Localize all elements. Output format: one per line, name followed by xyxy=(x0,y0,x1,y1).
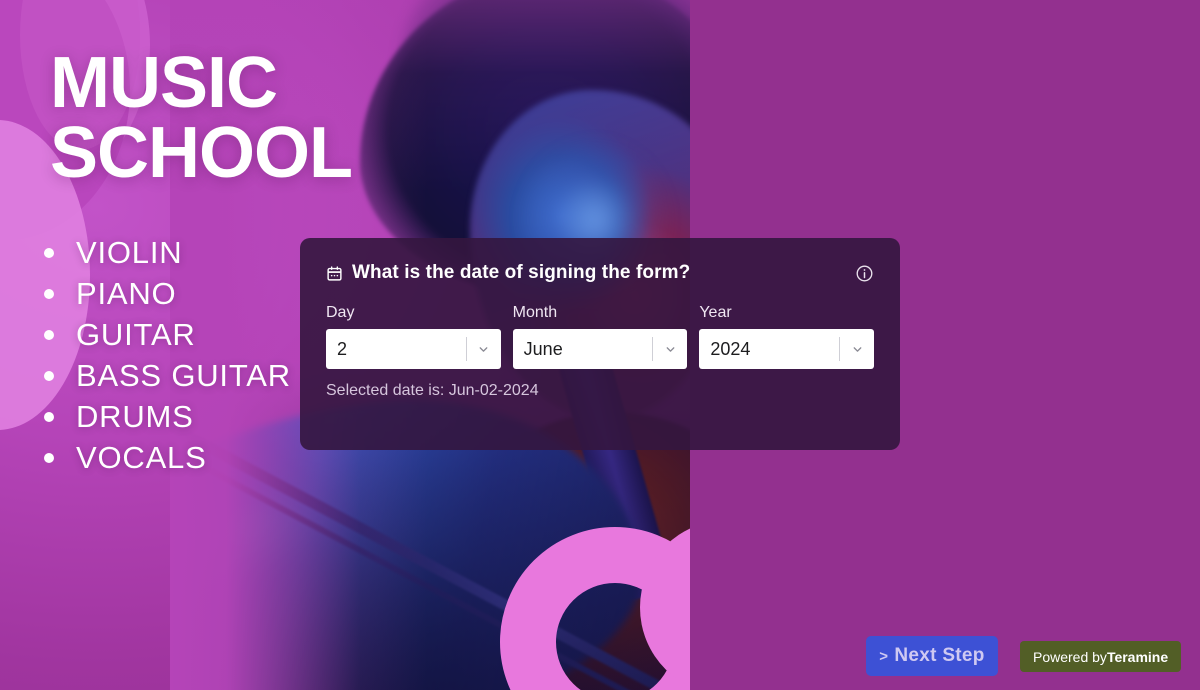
selected-date-label: Selected date is: xyxy=(326,382,445,399)
list-item: BASS GUITAR xyxy=(44,355,291,396)
powered-by-badge[interactable]: Powered by Teramine xyxy=(1020,641,1182,672)
year-field: Year 2024 xyxy=(699,304,875,369)
next-step-label: Next Step xyxy=(894,645,985,666)
bullet-icon xyxy=(44,411,54,422)
selected-date-value: Jun-02-2024 xyxy=(448,382,539,399)
list-item: PIANO xyxy=(44,273,291,314)
powered-by-prefix: Powered by xyxy=(1033,648,1107,665)
year-select[interactable]: 2024 xyxy=(699,329,875,369)
chevron-down-icon[interactable] xyxy=(840,343,874,356)
chevron-down-icon[interactable] xyxy=(653,343,687,356)
day-select[interactable]: 2 xyxy=(326,329,501,369)
page-title: MUSIC SCHOOL xyxy=(50,47,353,193)
page-root: MUSIC SCHOOL VIOLIN PIANO GUITAR BASS GU… xyxy=(0,0,1200,690)
day-field: Day 2 xyxy=(326,304,501,369)
selected-date-note: Selected date is: Jun-02-2024 xyxy=(326,382,874,400)
poster-title-line-2: SCHOOL xyxy=(50,113,353,193)
month-field: Month June xyxy=(512,304,688,369)
info-circle-icon[interactable] xyxy=(855,264,874,283)
date-question-card: What is the date of signing the form? Da… xyxy=(300,238,900,450)
list-item: GUITAR xyxy=(44,314,291,355)
year-select-value: 2024 xyxy=(710,338,751,359)
poster-title-line-1: MUSIC xyxy=(50,43,278,123)
day-label: Day xyxy=(326,304,355,321)
list-item: VOCALS xyxy=(44,437,291,478)
bullet-icon xyxy=(44,452,54,463)
powered-by-brand: Teramine xyxy=(1106,648,1169,665)
bullet-icon xyxy=(44,370,54,381)
list-item-label: VOCALS xyxy=(76,439,207,475)
month-select-value: June xyxy=(523,338,563,359)
instrument-list: VIOLIN PIANO GUITAR BASS GUITAR DRUMS VO… xyxy=(44,232,291,478)
list-item: VIOLIN xyxy=(44,232,291,273)
date-fields: Day 2 Month June Year 2024 xyxy=(326,304,875,369)
list-item-label: PIANO xyxy=(76,275,177,311)
bullet-icon xyxy=(44,288,54,299)
list-item-label: VIOLIN xyxy=(76,234,183,270)
card-header: What is the date of signing the form? xyxy=(326,260,874,286)
month-select[interactable]: June xyxy=(512,329,688,369)
list-item-label: DRUMS xyxy=(76,398,194,434)
list-item: DRUMS xyxy=(44,396,291,437)
chevron-down-icon[interactable] xyxy=(467,343,501,356)
year-label: Year xyxy=(699,304,732,321)
bullet-icon xyxy=(44,329,54,340)
card-title: What is the date of signing the form? xyxy=(352,262,691,283)
next-step-button[interactable]: > Next Step xyxy=(866,636,998,676)
chevron-right-icon: > xyxy=(879,647,889,665)
list-item-label: BASS GUITAR xyxy=(76,357,291,393)
month-label: Month xyxy=(512,304,558,321)
list-item-label: GUITAR xyxy=(76,316,196,352)
day-select-value: 2 xyxy=(337,338,348,359)
calendar-icon xyxy=(326,265,343,282)
bullet-icon xyxy=(44,247,54,258)
